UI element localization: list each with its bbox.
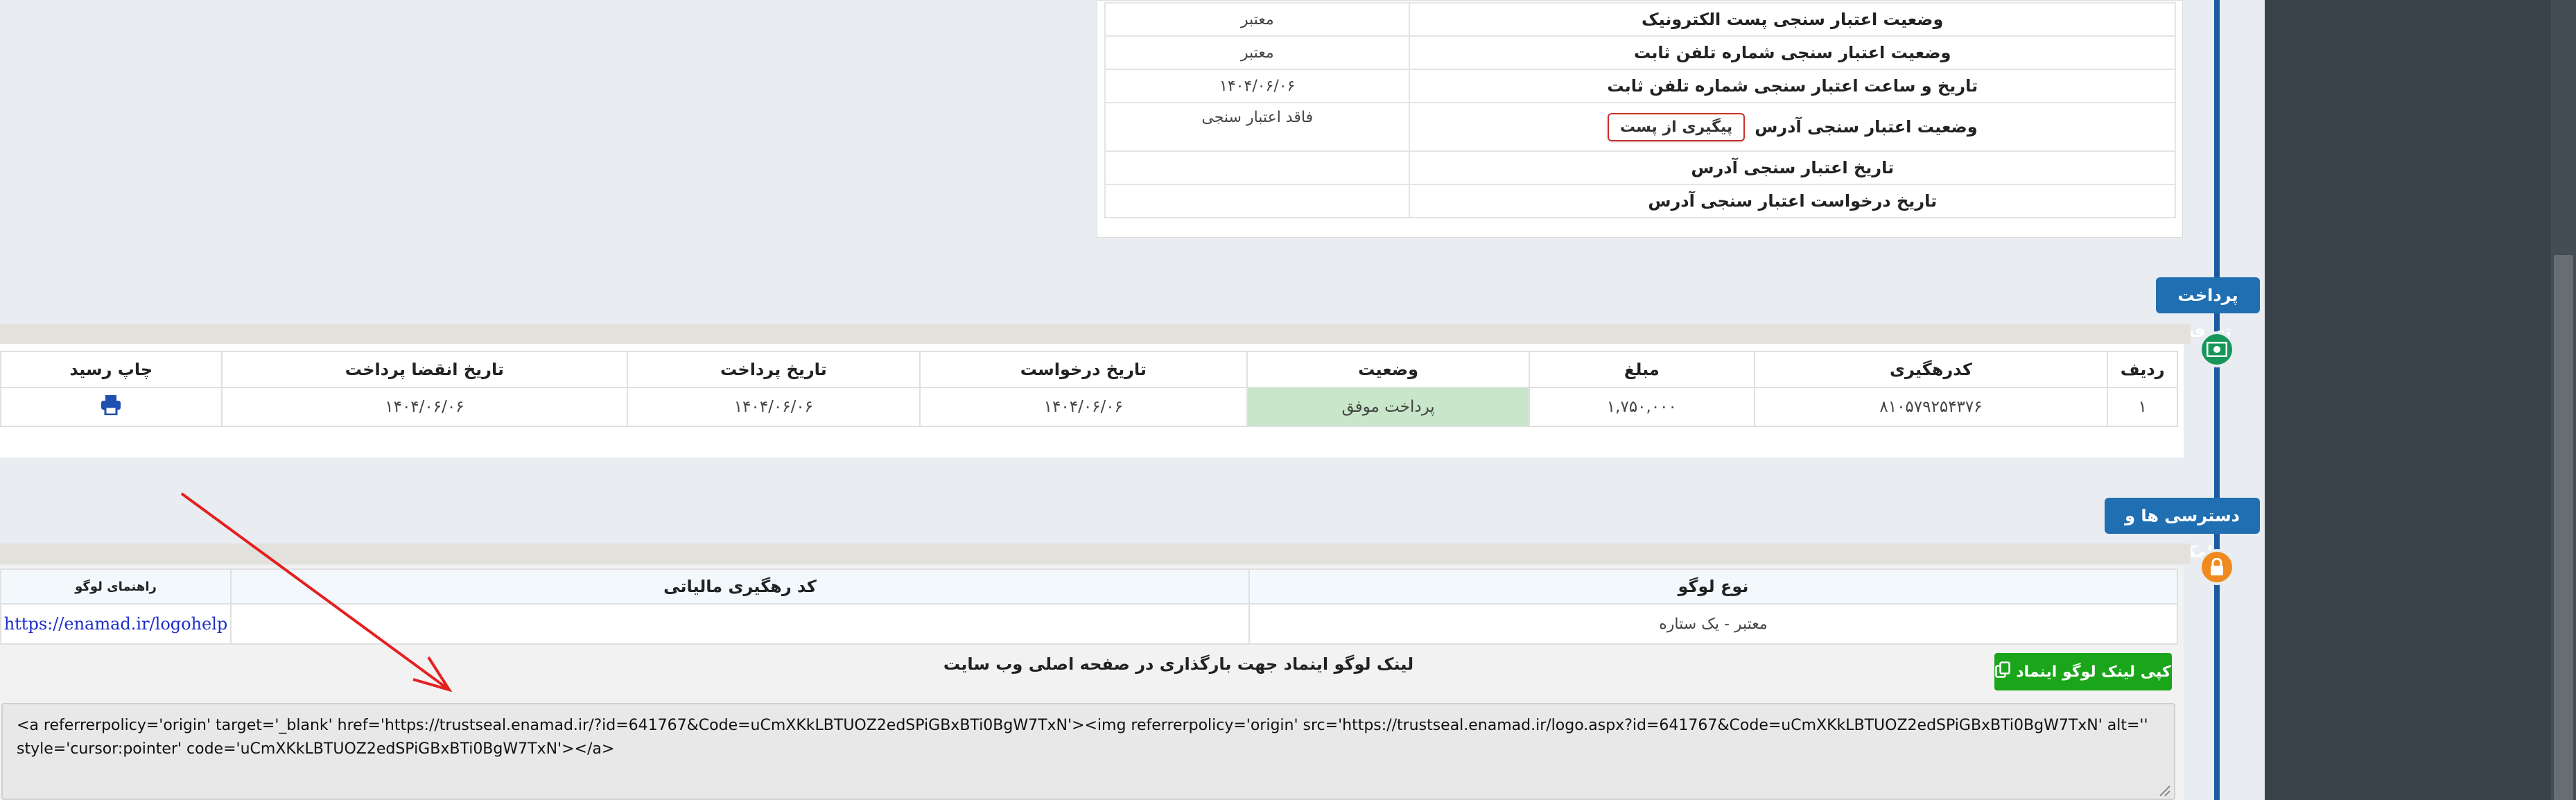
table-row: وضعیت اعتبار سنجی پست الکترونیک معتبر (1104, 2, 2176, 37)
printer-icon[interactable] (100, 394, 122, 419)
copy-logo-link-button[interactable]: کپی لینک لوگو اینماد (1994, 653, 2172, 690)
payment-table: ردیف کدرهگیری مبلغ وضعیت تاریخ درخواست ت… (0, 351, 2178, 427)
tracking-code: ۸۱۰۵۷۹۲۵۴۳۷۶ (1753, 387, 2109, 427)
payment-section-badge: پرداخت تعرفه (2156, 277, 2260, 341)
status-badge: پرداخت موفق (1246, 387, 1531, 427)
table-row: وضعیت اعتبار سنجی شماره تلفن ثابت معتبر (1104, 35, 2176, 70)
amount: ۱,۷۵۰,۰۰۰ (1529, 387, 1755, 427)
row-label: وضعیت اعتبار سنجی شماره تلفن ثابت (1409, 35, 2176, 70)
resize-handle-icon[interactable] (2157, 783, 2171, 797)
payment-panel: ردیف کدرهگیری مبلغ وضعیت تاریخ درخواست ت… (0, 344, 2184, 458)
lock-icon (2199, 549, 2235, 585)
table-row: تاریخ درخواست اعتبار سنجی آدرس (1104, 184, 2176, 218)
row-value: ۱۴۰۴/۰۶/۰۶ (1104, 69, 1411, 103)
copy-icon (1995, 661, 2010, 682)
logo-help-link[interactable]: https://enamad.ir/logohelp (4, 614, 228, 634)
row-value: معتبر (1104, 2, 1411, 37)
table-row: تاریخ و ساعت اعتبار سنجی شماره تلفن ثابت… (1104, 69, 2176, 103)
print-receipt-cell (0, 387, 223, 427)
row-label: تاریخ اعتبار سنجی آدرس (1409, 150, 2176, 185)
row-label: تاریخ و ساعت اعتبار سنجی شماره تلفن ثابت (1409, 69, 2176, 103)
side-panel (2265, 0, 2576, 800)
col-header: تاریخ پرداخت (627, 351, 921, 388)
logo-help-cell: https://enamad.ir/logohelp (0, 603, 232, 645)
row-label: وضعیت اعتبار سنجی پست الکترونیک (1409, 2, 2176, 37)
row-label: تاریخ درخواست اعتبار سنجی آدرس (1409, 184, 2176, 218)
col-header: نوع لوگو (1248, 568, 2179, 605)
row-index: ۱ (2107, 387, 2178, 427)
verification-table: وضعیت اعتبار سنجی پست الکترونیک معتبر وض… (1104, 2, 2176, 218)
row-value (1104, 184, 1411, 218)
table-row: ۱ ۸۱۰۵۷۹۲۵۴۳۷۶ ۱,۷۵۰,۰۰۰ پرداخت موفق ۱۴۰… (0, 387, 2178, 427)
col-header: تاریخ درخواست (919, 351, 1248, 388)
col-header: ردیف (2107, 351, 2178, 388)
scrollbar-thumb[interactable] (2554, 255, 2573, 800)
col-header: تاریخ انقضا پرداخت (220, 351, 629, 388)
copy-button-label: کپی لینک لوگو اینماد (2016, 663, 2171, 681)
table-row: معتبر - یک ستاره https://enamad.ir/logoh… (0, 603, 2179, 645)
timeline-line (2214, 0, 2220, 800)
verification-panel: وضعیت اعتبار سنجی پست الکترونیک معتبر وض… (1097, 0, 2183, 238)
section-separator (0, 544, 2191, 564)
pay-date: ۱۴۰۴/۰۶/۰۶ (627, 387, 921, 427)
table-header-row: نوع لوگو کد رهگیری مالیاتی راهنمای لوگو (0, 568, 2179, 605)
logo-code-textarea[interactable]: <a referrerpolicy='origin' target='_blan… (1, 703, 2175, 800)
table-row: وضعیت اعتبار سنجی آدرس پیگیری از پست فاق… (1104, 102, 2176, 152)
col-header: چاپ رسید (0, 351, 223, 388)
request-date: ۱۴۰۴/۰۶/۰۶ (919, 387, 1248, 427)
row-label: وضعیت اعتبار سنجی آدرس (1755, 117, 1978, 137)
row-value: معتبر (1104, 35, 1411, 70)
col-header: مبلغ (1529, 351, 1755, 388)
address-status-cell: وضعیت اعتبار سنجی آدرس پیگیری از پست (1409, 102, 2176, 152)
tax-code (230, 603, 1250, 645)
code-label: لینک لوگو اینماد جهت بارگذاری در صفحه اص… (943, 654, 1414, 674)
logo-table: نوع لوگو کد رهگیری مالیاتی راهنمای لوگو … (0, 568, 2179, 645)
table-header-row: ردیف کدرهگیری مبلغ وضعیت تاریخ درخواست ت… (0, 351, 2178, 388)
section-separator (0, 324, 2191, 344)
logo-type: معتبر - یک ستاره (1248, 603, 2179, 645)
track-post-button[interactable]: پیگیری از پست (1607, 112, 1746, 141)
money-icon (2199, 331, 2235, 367)
access-section-badge: دسترسی ها و امکانات (2105, 498, 2260, 562)
col-header: وضعیت (1246, 351, 1531, 388)
table-row: تاریخ اعتبار سنجی آدرس (1104, 150, 2176, 185)
col-header: کدرهگیری (1753, 351, 2109, 388)
row-value (1104, 150, 1411, 185)
col-header: کد رهگیری مالیاتی (230, 568, 1250, 605)
expire-date: ۱۴۰۴/۰۶/۰۶ (220, 387, 629, 427)
col-header: راهنمای لوگو (0, 568, 232, 605)
row-value: فاقد اعتبار سنجی (1104, 102, 1411, 152)
